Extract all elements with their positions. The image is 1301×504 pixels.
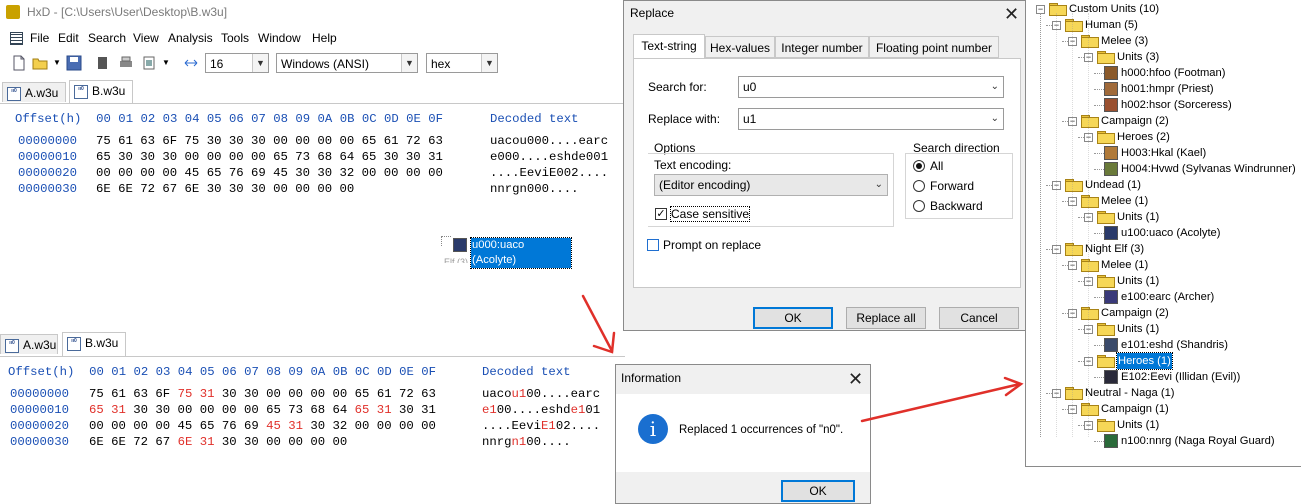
arrow-down-to-info [581, 294, 616, 354]
arrow-info-to-tree [860, 376, 1024, 423]
annotation-arrows [581, 294, 1024, 423]
